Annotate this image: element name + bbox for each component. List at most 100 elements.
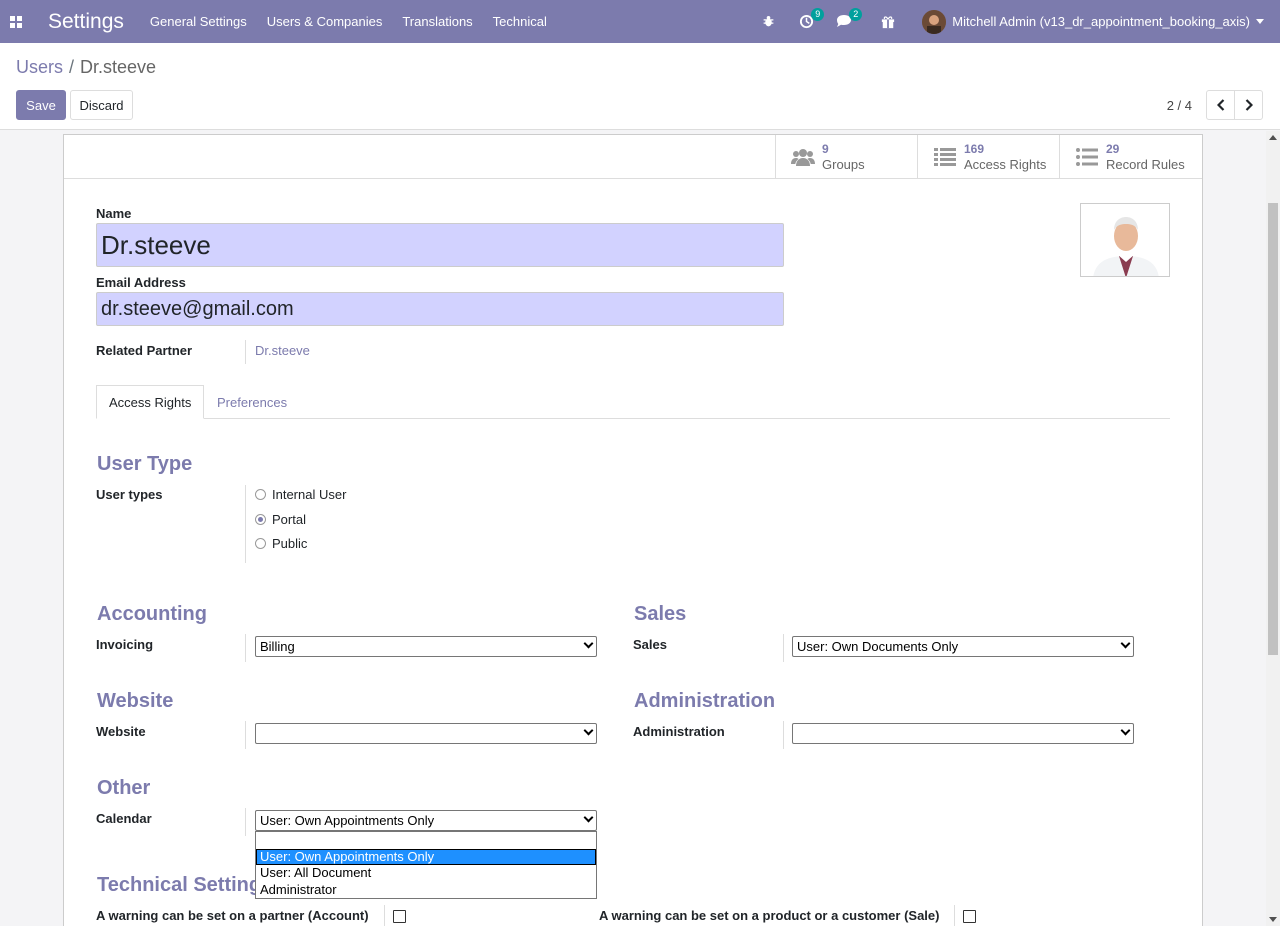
breadcrumb-current: Dr.steeve [80,57,157,77]
chevron-down-icon [583,725,594,736]
website-label: Website [96,724,146,739]
groups-smart-button[interactable]: 9 Groups [775,135,917,179]
activity-badge: 9 [811,7,825,21]
calendar-select[interactable]: User: Own Appointments Only [255,810,597,831]
chevron-right-icon [1245,99,1253,111]
radio-circle[interactable] [255,538,266,549]
breadcrumb-users-link[interactable]: Users [16,57,63,77]
scroll-up-arrow-icon[interactable] [1269,135,1277,140]
warning-account-checkbox[interactable] [393,910,406,923]
warning-account-label: A warning can be set on a partner (Accou… [96,908,369,923]
accounting-title: Accounting [97,603,207,625]
calendar-option-empty[interactable] [256,832,596,849]
breadcrumb-separator: / [69,57,75,77]
chevron-down-icon [1120,725,1131,736]
other-title: Other [97,777,151,799]
invoicing-label: Invoicing [96,637,154,652]
discard-button[interactable]: Discard [70,90,133,120]
scrollbar-thumb[interactable] [1268,203,1278,655]
calendar-dropdown-list: User: Own Appointments Only User: All Do… [255,831,597,899]
field-divider [245,340,246,364]
smart-button-box: 9 Groups 169 Access Rights 29 Record Rul… [64,135,1202,179]
gift-icon[interactable] [880,14,896,30]
calendar-label: Calendar [96,811,152,826]
tab-preferences[interactable]: Preferences [205,385,299,419]
top-navbar: Settings General Settings Users & Compan… [0,0,1280,43]
access-rights-label: Access Rights [964,157,1047,172]
apps-menu-icon[interactable] [0,0,32,43]
control-panel: Users / Dr.steeve Save Discard 2 / 4 [0,43,1280,130]
chevron-down-icon [583,638,594,649]
messages-badge: 2 [849,7,863,21]
calendar-option-all-document[interactable]: User: All Document [256,865,596,882]
pager-previous-button[interactable] [1206,90,1235,120]
pager-value[interactable]: 2 / 4 [1167,98,1192,113]
radio-internal-user[interactable]: Internal User [255,487,346,502]
name-label: Name [96,206,132,221]
record-rules-smart-button[interactable]: 29 Record Rules [1059,135,1201,179]
save-button[interactable]: Save [16,90,66,120]
menu-users-companies[interactable]: Users & Companies [267,14,383,29]
breadcrumb: Users / Dr.steeve [16,57,156,78]
chevron-left-icon [1216,99,1224,111]
radio-public-label: Public [272,536,308,551]
chevron-down-icon [1120,638,1131,649]
user-types-label: User types [96,487,163,502]
groups-count: 9 [822,142,829,156]
menu-technical[interactable]: Technical [493,14,547,29]
email-input[interactable]: dr.steeve@gmail.com [96,292,784,326]
related-partner-link[interactable]: Dr.steeve [255,343,310,358]
users-icon [790,147,816,167]
scroll-down-arrow-icon[interactable] [1269,917,1277,922]
calendar-option-own-appointments[interactable]: User: Own Appointments Only [256,848,596,865]
name-input[interactable]: Dr.steeve [96,223,784,267]
field-divider [245,485,246,563]
app-title[interactable]: Settings [48,10,124,34]
sales-select[interactable]: User: Own Documents Only [792,636,1134,657]
page-scrollbar[interactable] [1266,131,1280,926]
warning-sale-checkbox[interactable] [963,910,976,923]
user-photo[interactable] [1080,203,1170,277]
email-label: Email Address [96,275,186,290]
sales-value: User: Own Documents Only [797,639,959,654]
messages-chat-icon[interactable]: 2 [836,7,863,30]
administration-select[interactable] [792,723,1134,744]
tab-access-rights[interactable]: Access Rights [96,385,205,419]
access-rights-count: 169 [964,142,985,156]
bullet-list-icon [1074,148,1100,166]
chevron-down-icon [583,812,594,823]
pager-next-button[interactable] [1234,90,1263,120]
user-avatar[interactable] [922,9,947,34]
debug-bug-icon[interactable] [760,14,776,30]
sales-label: Sales [633,637,667,652]
field-divider [954,905,955,926]
menu-translations[interactable]: Translations [402,14,472,29]
user-name[interactable]: Mitchell Admin (v13_dr_appointment_booki… [952,14,1250,29]
calendar-option-administrator[interactable]: Administrator [256,882,596,899]
field-divider [783,721,784,749]
access-rights-smart-button[interactable]: 169 Access Rights [917,135,1059,179]
groups-label: Groups [822,157,865,172]
related-partner-label: Related Partner [96,343,193,358]
activity-clock-icon[interactable]: 9 [798,7,825,30]
technical-settings-title: Technical Settings [97,874,273,896]
record-rules-label: Record Rules [1106,157,1185,172]
website-select[interactable] [255,723,597,744]
record-rules-count: 29 [1106,142,1120,156]
website-title: Website [97,690,174,712]
menu-general-settings[interactable]: General Settings [150,14,247,29]
invoicing-select[interactable]: Billing [255,636,597,657]
user-type-title: User Type [97,453,193,475]
radio-circle[interactable] [255,489,266,500]
field-divider [783,634,784,662]
administration-title: Administration [634,690,776,712]
radio-circle-checked[interactable] [255,514,266,525]
radio-portal[interactable]: Portal [255,512,306,527]
invoicing-value: Billing [260,639,295,654]
sales-title: Sales [634,603,687,625]
form-sheet: 9 Groups 169 Access Rights 29 Record Rul… [63,134,1203,926]
radio-public[interactable]: Public [255,536,307,551]
warning-sale-label: A warning can be set on a product or a c… [599,908,940,923]
field-divider [245,721,246,749]
user-menu-caret-icon[interactable] [1256,19,1264,24]
